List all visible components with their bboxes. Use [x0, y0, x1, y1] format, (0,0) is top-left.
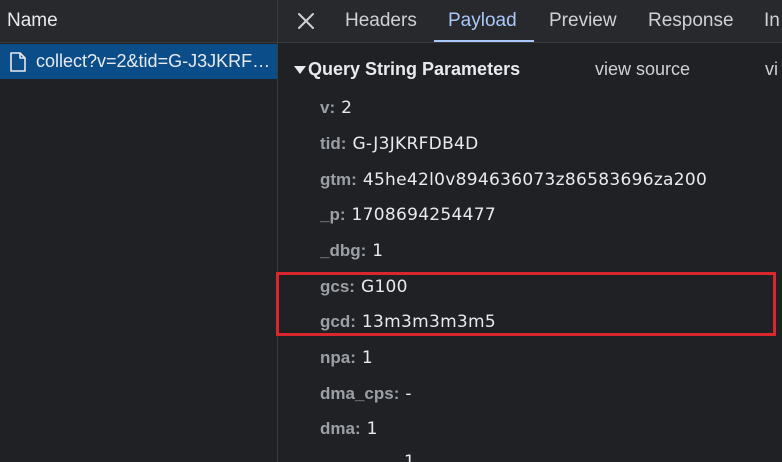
param-row: gtm: 45he42l0v894636073z86583696za200 [320, 170, 707, 190]
param-value: 1 [361, 348, 374, 368]
param-row: v: 2 [320, 98, 352, 118]
name-column-label: Name [7, 10, 58, 31]
param-row: gcd: 13m3m3m3m5 [320, 312, 496, 332]
param-value: 45he42l0v894636073z86583696za200 [362, 170, 708, 190]
section-title[interactable]: Query String Parameters [308, 59, 520, 80]
document-icon [10, 52, 26, 72]
query-string-section-header: Query String Parameters view source vi [278, 55, 782, 85]
request-row-collect[interactable]: collect?v=2&tid=G-J3JKRFDB4D&gtm=45he421… [0, 44, 277, 79]
param-value: 1 [366, 419, 378, 439]
param-key: gcs: [320, 277, 355, 296]
param-value: 1708694254477 [351, 205, 497, 225]
active-tab-indicator [434, 40, 534, 42]
param-row: tid: G-J3JKRFDB4D [320, 134, 479, 154]
details-tabbar: Headers Payload Preview Response In [278, 0, 782, 43]
view-url-encoded-link[interactable]: vi [765, 59, 778, 80]
param-key: gtm: [320, 170, 357, 189]
name-column-header[interactable]: Name [0, 0, 277, 43]
tab-payload[interactable]: Payload [448, 10, 517, 32]
param-row: dma_cps: - [320, 384, 412, 404]
param-value: 13m3m3m3m5 [361, 312, 497, 332]
collapse-triangle-icon[interactable] [294, 66, 306, 74]
param-row: 1 [398, 452, 415, 462]
param-row: dma: 1 [320, 419, 378, 439]
view-source-link[interactable]: view source [595, 59, 690, 80]
param-key: dma_cps: [320, 384, 400, 403]
param-value: G-J3JKRFDB4D [352, 134, 479, 154]
param-key: _dbg: [320, 241, 367, 260]
param-value: 1 [404, 452, 416, 462]
tab-preview[interactable]: Preview [549, 10, 617, 32]
param-row: gcs: G100 [320, 277, 408, 297]
close-icon[interactable] [296, 11, 316, 31]
param-row: _dbg: 1 [320, 241, 383, 261]
param-value: 2 [341, 98, 353, 118]
param-key: npa: [320, 348, 356, 367]
param-row: npa: 1 [320, 348, 373, 368]
request-details-pane: Headers Payload Preview Response In Quer… [278, 0, 782, 462]
param-row: _p: 1708694254477 [320, 205, 496, 225]
param-value: G100 [360, 277, 408, 297]
param-value: 1 [372, 241, 384, 261]
tab-initiator[interactable]: In [764, 10, 780, 32]
param-key: v: [320, 98, 336, 117]
request-list-pane: Name collect?v=2&tid=G-J3JKRFDB4D&gtm=45… [0, 0, 278, 462]
param-key: tid: [320, 134, 347, 153]
param-key: _p: [320, 205, 346, 224]
tab-headers[interactable]: Headers [345, 10, 417, 32]
tab-response[interactable]: Response [648, 10, 734, 32]
param-value: - [405, 384, 412, 404]
request-name: collect?v=2&tid=G-J3JKRFDB4D&gtm=45he421… [36, 51, 272, 71]
param-key: dma: [320, 419, 361, 438]
param-key: gcd: [320, 312, 356, 331]
